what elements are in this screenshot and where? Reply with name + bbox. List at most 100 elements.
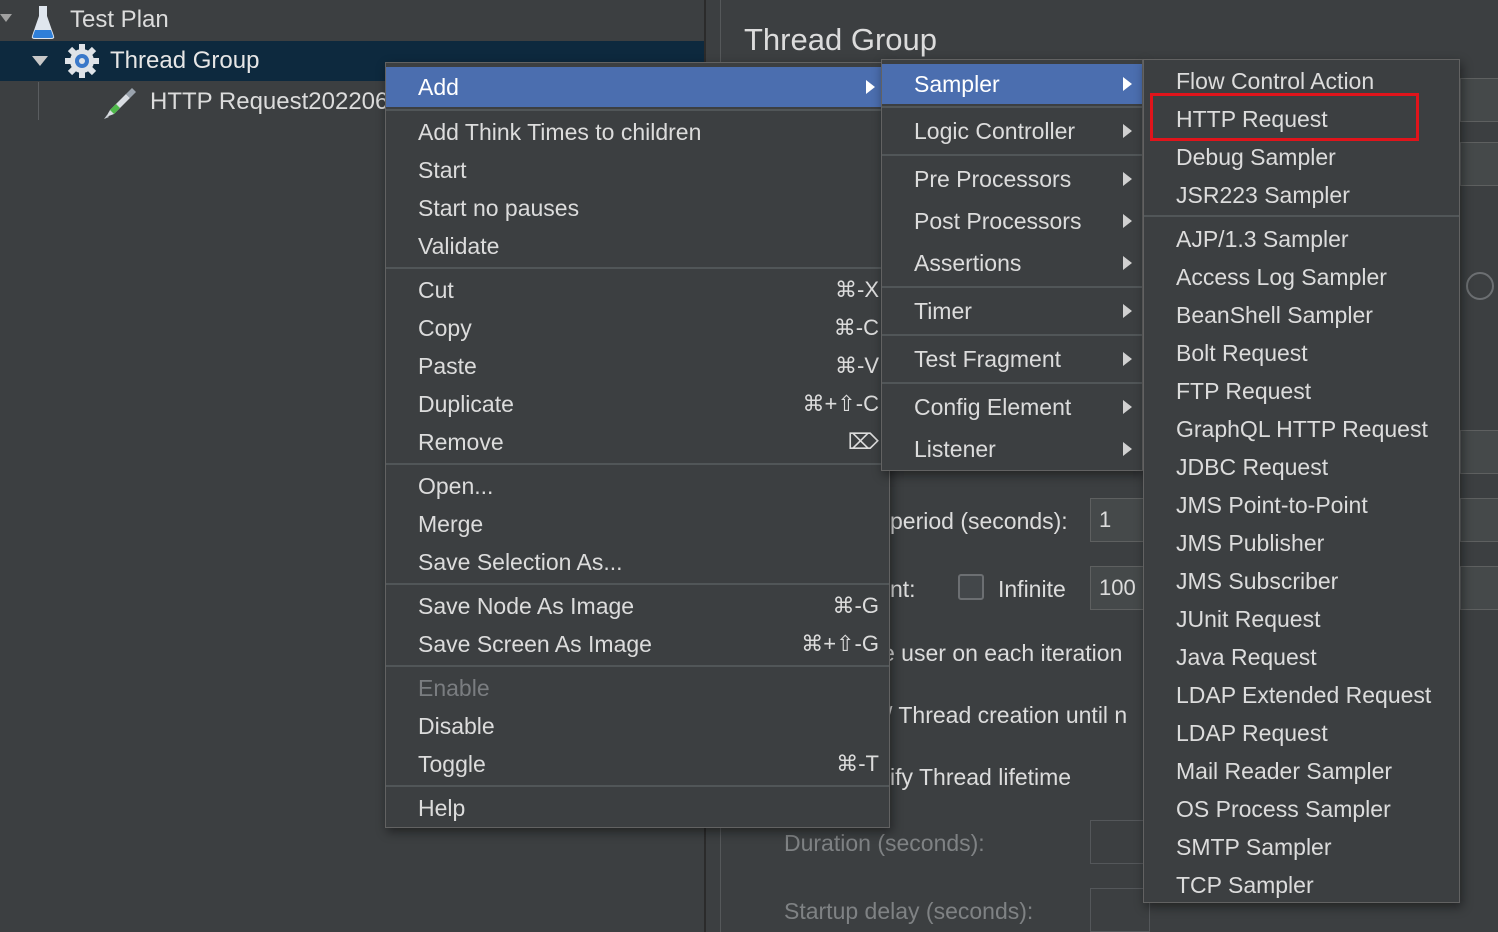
- menu-item-jms-publisher[interactable]: JMS Publisher: [1144, 524, 1459, 562]
- menu-item-timer[interactable]: Timer: [882, 292, 1142, 330]
- menu-item-duplicate[interactable]: Duplicate ⌘+⇧-C: [386, 385, 889, 423]
- menu-item-label: Toggle: [418, 750, 486, 777]
- menu-separator: [1144, 215, 1459, 217]
- menu-item-save-node-as-image[interactable]: Save Node As Image ⌘-G: [386, 587, 889, 625]
- menu-item-label: GraphQL HTTP Request: [1176, 415, 1428, 442]
- menu-separator: [386, 463, 889, 465]
- menu-item-label: Test Fragment: [914, 345, 1061, 372]
- menu-item-label: JMS Subscriber: [1176, 567, 1339, 594]
- menu-item-ajp-sampler[interactable]: AJP/1.3 Sampler: [1144, 220, 1459, 258]
- menu-item-os-process-sampler[interactable]: OS Process Sampler: [1144, 790, 1459, 828]
- menu-item-ldap-extended-request[interactable]: LDAP Extended Request: [1144, 676, 1459, 714]
- menu-item-label: JUnit Request: [1176, 605, 1321, 632]
- menu-separator: [882, 154, 1142, 156]
- menu-item-label: Bolt Request: [1176, 339, 1308, 366]
- panel-title: Thread Group: [744, 22, 937, 57]
- menu-item-jms-subscriber[interactable]: JMS Subscriber: [1144, 562, 1459, 600]
- pipette-icon: [104, 88, 136, 119]
- highlight-annotation-box: [1150, 93, 1419, 141]
- menu-item-validate[interactable]: Validate: [386, 227, 889, 265]
- menu-item-label: LDAP Extended Request: [1176, 681, 1432, 708]
- flask-icon: [31, 6, 55, 39]
- menu-item-label: Start no pauses: [418, 194, 580, 221]
- startup-delay-field: [1090, 888, 1150, 932]
- submenu-arrow-icon: [1123, 400, 1132, 414]
- menu-item-label: Access Log Sampler: [1176, 263, 1387, 290]
- menu-item-add-think-times[interactable]: Add Think Times to children: [386, 113, 889, 151]
- specify-lifetime-label: ify Thread lifetime: [890, 764, 1072, 790]
- menu-item-test-fragment[interactable]: Test Fragment: [882, 340, 1142, 378]
- menu-item-label: OS Process Sampler: [1176, 795, 1391, 822]
- menu-item-jsr223-sampler[interactable]: JSR223 Sampler: [1144, 176, 1459, 214]
- menu-item-debug-sampler[interactable]: Debug Sampler: [1144, 138, 1459, 176]
- menu-item-label: Help: [418, 794, 466, 821]
- menu-item-label: JDBC Request: [1176, 453, 1329, 480]
- menu-item-jdbc-request[interactable]: JDBC Request: [1144, 448, 1459, 486]
- loop-count-field[interactable]: 100: [1090, 566, 1150, 610]
- startup-delay-label: Startup delay (seconds):: [784, 898, 1034, 924]
- menu-item-disable[interactable]: Disable: [386, 707, 889, 745]
- menu-item-remove[interactable]: Remove ⌦: [386, 423, 889, 461]
- duration-field: [1090, 820, 1150, 864]
- comments-field[interactable]: [1460, 142, 1498, 186]
- menu-item-save-selection-as[interactable]: Save Selection As...: [386, 543, 889, 581]
- menu-item-label: BeanShell Sampler: [1176, 301, 1373, 328]
- menu-item-access-log-sampler[interactable]: Access Log Sampler: [1144, 258, 1459, 296]
- menu-item-java-request[interactable]: Java Request: [1144, 638, 1459, 676]
- menu-item-help[interactable]: Help: [386, 789, 889, 827]
- tree-connector-line: [38, 82, 39, 120]
- shortcut-label: ⌘-T: [836, 751, 879, 776]
- menu-item-add[interactable]: Add: [386, 67, 889, 107]
- menu-item-sampler[interactable]: Sampler: [882, 64, 1142, 104]
- menu-item-beanshell-sampler[interactable]: BeanShell Sampler: [1144, 296, 1459, 334]
- collapse-arrow-icon[interactable]: [0, 14, 12, 22]
- menu-item-listener[interactable]: Listener: [882, 430, 1142, 468]
- menu-item-ftp-request[interactable]: FTP Request: [1144, 372, 1459, 410]
- menu-item-start-no-pauses[interactable]: Start no pauses: [386, 189, 889, 227]
- menu-item-cut[interactable]: Cut ⌘-X: [386, 271, 889, 309]
- gear-icon: [65, 44, 99, 78]
- shortcut-label: ⌘-X: [835, 277, 879, 302]
- menu-item-junit-request[interactable]: JUnit Request: [1144, 600, 1459, 638]
- same-user-label: e user on each iteration: [882, 640, 1123, 666]
- menu-item-label: Enable: [418, 674, 490, 701]
- menu-item-label: Debug Sampler: [1176, 143, 1336, 170]
- menu-item-label: Cut: [418, 276, 454, 303]
- name-field[interactable]: [1460, 78, 1498, 122]
- menu-item-copy[interactable]: Copy ⌘-C: [386, 309, 889, 347]
- menu-item-merge[interactable]: Merge: [386, 505, 889, 543]
- menu-item-toggle[interactable]: Toggle ⌘-T: [386, 745, 889, 783]
- menu-item-label: Validate: [418, 232, 500, 259]
- menu-item-label: Config Element: [914, 393, 1072, 420]
- menu-item-bolt-request[interactable]: Bolt Request: [1144, 334, 1459, 372]
- menu-item-mail-reader-sampler[interactable]: Mail Reader Sampler: [1144, 752, 1459, 790]
- menu-item-config-element[interactable]: Config Element: [882, 388, 1142, 426]
- menu-item-save-screen-as-image[interactable]: Save Screen As Image ⌘+⇧-G: [386, 625, 889, 663]
- radio-button[interactable]: [1466, 272, 1494, 300]
- expand-arrow-icon[interactable]: [32, 56, 48, 66]
- menu-item-ldap-request[interactable]: LDAP Request: [1144, 714, 1459, 752]
- menu-item-graphql-http-request[interactable]: GraphQL HTTP Request: [1144, 410, 1459, 448]
- menu-item-logic-controller[interactable]: Logic Controller: [882, 112, 1142, 150]
- duration-label: Duration (seconds):: [784, 830, 985, 856]
- infinite-checkbox[interactable]: [958, 574, 984, 600]
- ramp-up-field[interactable]: 1: [1090, 498, 1150, 542]
- menu-item-open[interactable]: Open...: [386, 467, 889, 505]
- menu-item-start[interactable]: Start: [386, 151, 889, 189]
- menu-item-pre-processors[interactable]: Pre Processors: [882, 160, 1142, 198]
- context-menu: Add Add Think Times to children Start St…: [385, 62, 890, 828]
- menu-item-label: LDAP Request: [1176, 719, 1328, 746]
- menu-item-label: Add: [418, 73, 459, 100]
- menu-item-label: Assertions: [914, 249, 1022, 276]
- loop-extra-field[interactable]: [1460, 566, 1498, 610]
- threads-field[interactable]: [1460, 430, 1498, 474]
- menu-separator: [882, 106, 1142, 108]
- menu-item-enable: Enable: [386, 669, 889, 707]
- menu-item-paste[interactable]: Paste ⌘-V: [386, 347, 889, 385]
- menu-item-jms-point-to-point[interactable]: JMS Point-to-Point: [1144, 486, 1459, 524]
- menu-item-assertions[interactable]: Assertions: [882, 244, 1142, 282]
- menu-item-post-processors[interactable]: Post Processors: [882, 202, 1142, 240]
- ramp-extra-field[interactable]: [1460, 498, 1498, 542]
- menu-item-smtp-sampler[interactable]: SMTP Sampler: [1144, 828, 1459, 866]
- menu-item-tcp-sampler[interactable]: TCP Sampler: [1144, 866, 1459, 904]
